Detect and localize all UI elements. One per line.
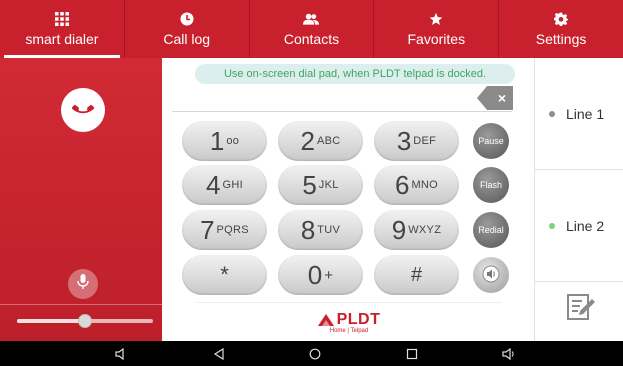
pause-button[interactable]: Pause	[473, 123, 509, 159]
call-control-panel	[0, 58, 162, 341]
tab-label: Settings	[535, 31, 587, 47]
redial-button[interactable]: Redial	[473, 212, 509, 248]
dial-pad-area: Use on-screen dial pad, when PLDT telpad…	[162, 58, 534, 341]
key-digit: 8	[300, 215, 316, 245]
brand-footer: PLDT Home | Telpad	[196, 302, 502, 341]
microphone-icon	[76, 273, 90, 295]
key-2[interactable]: 2 ABC	[278, 121, 363, 161]
tab-contacts[interactable]: Contacts	[250, 0, 375, 58]
clock-icon	[179, 11, 195, 27]
speaker-icon	[482, 265, 500, 285]
key-8[interactable]: 8 TUV	[278, 210, 363, 250]
dock-hint-banner: Use on-screen dial pad, when PLDT telpad…	[195, 64, 515, 84]
edit-note-icon	[566, 291, 596, 326]
speaker-button[interactable]	[473, 257, 509, 293]
pldt-logo: PLDT Home | Telpad	[317, 310, 381, 334]
key-letters: GHI	[222, 179, 243, 191]
key-digit: 9	[391, 215, 407, 245]
flash-button[interactable]: Flash	[473, 167, 509, 203]
key-0[interactable]: 0 +	[278, 255, 363, 295]
volume-down-icon[interactable]	[112, 345, 130, 362]
key-digit: 5	[302, 170, 317, 200]
key-letters: PQRS	[216, 224, 249, 236]
number-display-underline	[172, 111, 512, 112]
key-digit: 6	[394, 170, 410, 200]
dialer-app: smart dialer Call log Contacts Favorites…	[0, 0, 623, 366]
backspace-button[interactable]: ×	[477, 86, 513, 110]
volume-slider-fill	[17, 319, 85, 323]
status-dot	[549, 110, 555, 117]
key-1[interactable]: 1 ᴏᴏ	[182, 121, 267, 161]
pldt-logo-mark-icon	[317, 313, 334, 326]
key-3[interactable]: 3 DEF	[374, 121, 459, 161]
key-letters: +	[324, 266, 334, 284]
top-tab-bar: smart dialer Call log Contacts Favorites…	[0, 0, 623, 58]
key-letters: ABC	[316, 135, 341, 147]
pause-label: Pause	[478, 136, 504, 146]
redial-label: Redial	[478, 225, 504, 235]
tab-label: Favorites	[407, 31, 466, 47]
tab-label: smart dialer	[25, 31, 99, 47]
line-label: Line 1	[566, 105, 605, 122]
line-1-item[interactable]: Line 1	[535, 58, 623, 170]
key-star[interactable]: *	[182, 255, 267, 295]
divider	[0, 304, 162, 305]
key-letters: WXYZ	[408, 224, 442, 236]
recent-apps-icon[interactable]	[403, 345, 421, 362]
key-digit: *	[220, 262, 229, 287]
key-9[interactable]: 9 WXYZ	[374, 210, 459, 250]
tab-settings[interactable]: Settings	[499, 0, 623, 58]
status-dot	[549, 222, 555, 229]
back-icon[interactable]	[210, 345, 228, 362]
key-digit: 3	[396, 126, 412, 156]
grid-icon	[54, 11, 70, 27]
volume-up-icon[interactable]	[500, 345, 518, 362]
home-icon[interactable]	[306, 345, 324, 362]
tab-label: Call log	[163, 31, 211, 47]
brand-name: PLDT	[336, 310, 381, 328]
flash-label: Flash	[479, 180, 502, 190]
key-letters: DEF	[413, 135, 437, 147]
key-digit: 7	[200, 215, 215, 245]
system-navigation-bar	[0, 341, 623, 366]
key-digit: 0	[307, 260, 323, 290]
tab-smart-dialer[interactable]: smart dialer	[0, 0, 125, 58]
people-icon	[303, 11, 320, 27]
tab-call-log[interactable]: Call log	[125, 0, 250, 58]
key-5[interactable]: 5 JKL	[278, 165, 363, 205]
tab-label: Contacts	[283, 31, 340, 47]
volume-slider-handle[interactable]	[78, 314, 92, 328]
call-button[interactable]	[61, 88, 105, 132]
voicemail-icon: ᴏᴏ	[226, 135, 240, 147]
line-label: Line 2	[566, 217, 605, 234]
key-4[interactable]: 4 GHI	[182, 165, 267, 205]
phone-icon	[71, 97, 95, 124]
key-letters: JKL	[318, 179, 339, 191]
line-selector-panel: Line 1 Line 2	[534, 58, 623, 341]
notes-button[interactable]	[565, 292, 597, 324]
key-digit: 4	[206, 170, 221, 200]
key-hash[interactable]: #	[374, 255, 459, 295]
gear-icon	[553, 11, 569, 27]
line-2-item[interactable]: Line 2	[535, 170, 623, 282]
key-letters: MNO	[411, 179, 439, 191]
key-digit: 2	[300, 126, 315, 156]
key-6[interactable]: 6 MNO	[374, 165, 459, 205]
tab-favorites[interactable]: Favorites	[374, 0, 500, 58]
mute-button[interactable]	[68, 269, 98, 299]
key-7[interactable]: 7 PQRS	[182, 210, 267, 250]
key-letters: TUV	[317, 224, 341, 236]
close-icon: ×	[497, 90, 506, 106]
star-icon	[428, 11, 444, 27]
brand-subtitle: Home | Telpad	[329, 327, 369, 334]
key-digit: 1	[209, 126, 225, 156]
key-digit: #	[410, 264, 423, 286]
